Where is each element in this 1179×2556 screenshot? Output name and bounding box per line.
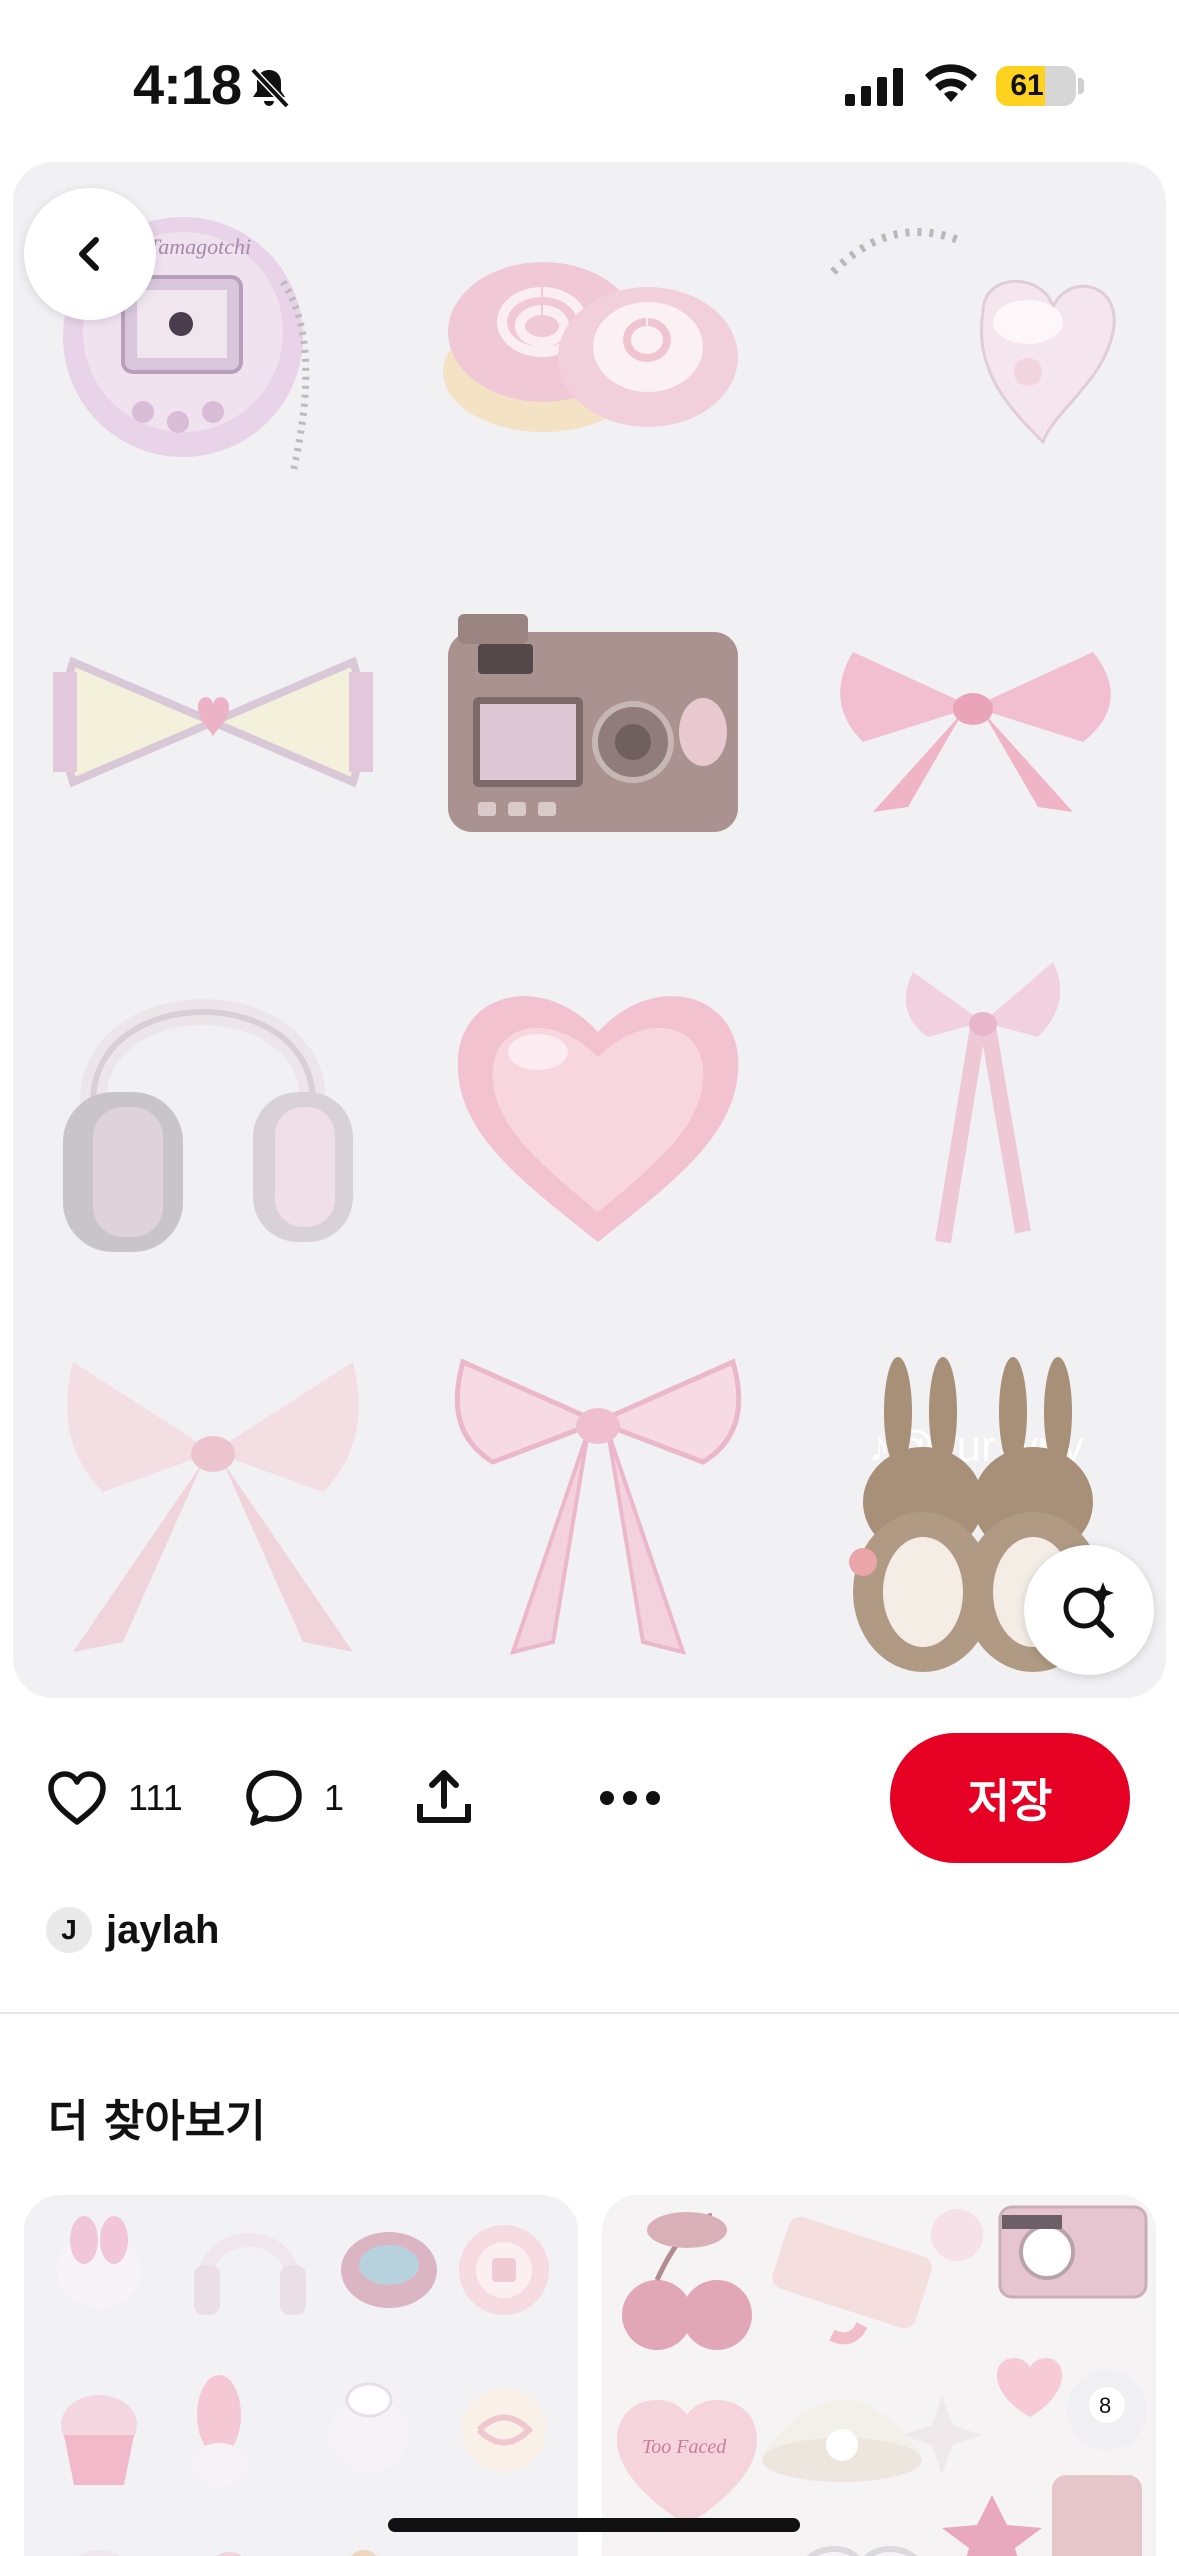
battery-icon: 61 — [996, 66, 1076, 106]
save-button[interactable]: 저장 — [890, 1733, 1130, 1863]
heart-keychain-image — [830, 228, 1116, 445]
ribbon-bow-image — [905, 962, 1061, 1244]
back-button[interactable] — [24, 188, 156, 320]
comment-count: 1 — [324, 1776, 345, 1818]
watercolor-bow-image — [454, 1358, 742, 1655]
related-pin-image: Too Faced 8 — [617, 2205, 1148, 2556]
battery-cap — [1078, 78, 1084, 94]
status-time: 4:18 — [133, 53, 242, 116]
comment-icon[interactable] — [244, 1768, 304, 1828]
status-bar: 4:18 61 — [0, 0, 1179, 160]
comment-action[interactable]: 1 — [244, 1730, 344, 1865]
too-faced-label: Too Faced — [642, 2436, 727, 2458]
divider — [0, 2012, 1179, 2014]
headphones-image — [63, 999, 353, 1252]
bell-slash-icon — [250, 67, 290, 109]
share-action[interactable] — [414, 1730, 474, 1865]
digital-camera-image — [448, 614, 738, 832]
battery-level: 61 — [1010, 69, 1044, 102]
svg-text:Tamagotchi: Tamagotchi — [148, 234, 251, 259]
pin-image[interactable]: Tamagotchi ♪@yur.wny — [13, 162, 1166, 1698]
pink-swirl-bun-image — [443, 262, 738, 432]
visual-search-button[interactable] — [1024, 1545, 1154, 1675]
related-pin-card[interactable] — [24, 2195, 578, 2556]
avatar[interactable]: J — [46, 1907, 92, 1953]
wifi-icon — [925, 64, 977, 102]
chevron-left-icon — [79, 237, 99, 271]
cellular-signal-icon — [845, 68, 903, 106]
pink-heart-image — [457, 996, 739, 1242]
like-count: 111 — [128, 1776, 183, 1818]
more-options-action[interactable] — [598, 1730, 662, 1865]
share-icon[interactable] — [414, 1768, 474, 1828]
home-indicator[interactable] — [388, 2518, 800, 2532]
related-pin-image — [57, 2216, 549, 2556]
satin-bow-image — [840, 652, 1111, 812]
related-pin-card[interactable]: Too Faced 8 — [602, 2195, 1156, 2556]
section-title: 더 찾아보기 — [48, 2096, 266, 2147]
sheer-bow-image — [67, 1362, 359, 1652]
more-dots-icon[interactable] — [598, 1788, 662, 1808]
pin-author[interactable]: J jaylah — [46, 1905, 219, 1955]
svg-text:8: 8 — [1099, 2393, 1111, 2418]
lace-bow-image — [53, 656, 373, 788]
like-action[interactable]: 111 — [46, 1730, 183, 1865]
lens-sparkle-icon — [1063, 1582, 1114, 1638]
author-name[interactable]: jaylah — [106, 1908, 219, 1953]
heart-icon[interactable] — [46, 1770, 108, 1826]
